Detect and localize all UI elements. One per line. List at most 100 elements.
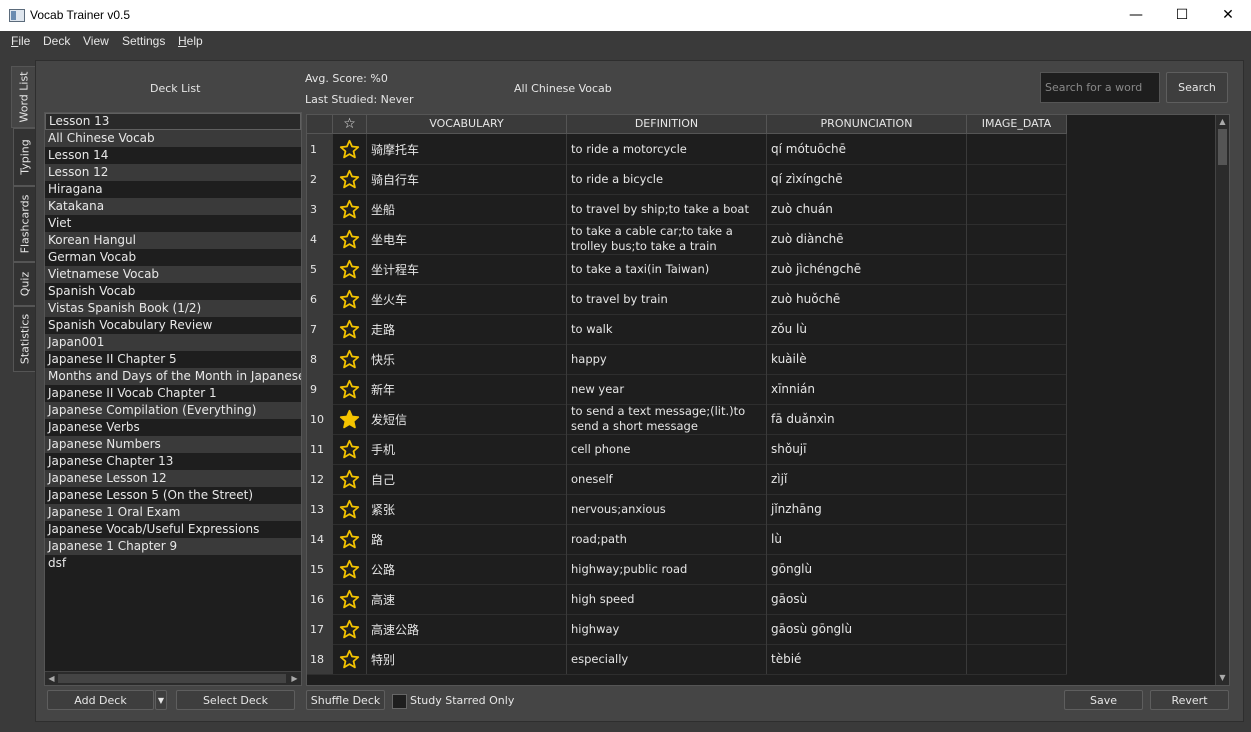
- star-toggle[interactable]: [333, 404, 367, 434]
- star-icon[interactable]: [339, 199, 360, 220]
- star-toggle[interactable]: [333, 524, 367, 554]
- deck-list-item[interactable]: Vietnamese Vocab: [45, 266, 301, 283]
- image-data-cell[interactable]: [967, 404, 1067, 434]
- star-toggle[interactable]: [333, 584, 367, 614]
- image-data-cell[interactable]: [967, 314, 1067, 344]
- deck-list-item[interactable]: Months and Days of the Month in Japanese: [45, 368, 301, 385]
- vocabulary-cell[interactable]: 发短信: [367, 404, 567, 434]
- star-toggle[interactable]: [333, 224, 367, 254]
- pronunciation-cell[interactable]: zuò jìchéngchē: [767, 254, 967, 284]
- vocabulary-cell[interactable]: 快乐: [367, 344, 567, 374]
- star-toggle[interactable]: [333, 344, 367, 374]
- definition-cell[interactable]: especially: [567, 644, 767, 674]
- star-icon[interactable]: [339, 469, 360, 490]
- vocabulary-cell[interactable]: 手机: [367, 434, 567, 464]
- star-toggle[interactable]: [333, 434, 367, 464]
- pronunciation-cell[interactable]: qí mótuōchē: [767, 134, 967, 164]
- menu-help[interactable]: Help: [178, 34, 203, 48]
- table-vscrollbar[interactable]: ▲ ▼: [1215, 115, 1229, 685]
- header-definition[interactable]: DEFINITION: [567, 115, 767, 133]
- vocabulary-cell[interactable]: 坐计程车: [367, 254, 567, 284]
- pronunciation-cell[interactable]: xīnnián: [767, 374, 967, 404]
- deck-list-item[interactable]: German Vocab: [45, 249, 301, 266]
- definition-cell[interactable]: highway;public road: [567, 554, 767, 584]
- definition-cell[interactable]: new year: [567, 374, 767, 404]
- pronunciation-cell[interactable]: shǒujī: [767, 434, 967, 464]
- image-data-cell[interactable]: [967, 344, 1067, 374]
- table-row[interactable]: 12 自己 oneself zìjǐ: [307, 464, 1067, 495]
- deck-list-item[interactable]: Japanese Compilation (Everything): [45, 402, 301, 419]
- add-deck-button[interactable]: Add Deck: [47, 690, 154, 710]
- star-icon[interactable]: [339, 619, 360, 640]
- scroll-up-icon[interactable]: ▲: [1217, 116, 1228, 128]
- definition-cell[interactable]: to walk: [567, 314, 767, 344]
- image-data-cell[interactable]: [967, 434, 1067, 464]
- image-data-cell[interactable]: [967, 614, 1067, 644]
- deck-list-item[interactable]: All Chinese Vocab: [45, 130, 301, 147]
- vscroll-thumb[interactable]: [1218, 129, 1227, 165]
- deck-list[interactable]: Lesson 13 All Chinese Vocab Lesson 14 Lesso…: [44, 112, 302, 686]
- image-data-cell[interactable]: [967, 554, 1067, 584]
- search-button[interactable]: Search: [1166, 72, 1228, 103]
- image-data-cell[interactable]: [967, 374, 1067, 404]
- star-toggle[interactable]: [333, 284, 367, 314]
- table-row[interactable]: 10 发短信 to send a text message;(lit.)to sen…: [307, 404, 1067, 435]
- vocabulary-cell[interactable]: 走路: [367, 314, 567, 344]
- close-button[interactable]: ✕: [1205, 0, 1251, 31]
- star-toggle[interactable]: [333, 614, 367, 644]
- menu-settings[interactable]: Settings: [122, 34, 165, 48]
- vocabulary-cell[interactable]: 坐电车: [367, 224, 567, 254]
- select-deck-button[interactable]: Select Deck: [176, 690, 295, 710]
- table-row[interactable]: 3 坐船 to travel by ship;to take a boat zuò c…: [307, 194, 1067, 225]
- table-row[interactable]: 13 紧张 nervous;anxious jǐnzhāng: [307, 494, 1067, 525]
- deck-list-item[interactable]: Japanese 1 Chapter 9: [45, 538, 301, 555]
- star-toggle[interactable]: [333, 134, 367, 164]
- vocabulary-cell[interactable]: 高速: [367, 584, 567, 614]
- image-data-cell[interactable]: [967, 134, 1067, 164]
- vocabulary-cell[interactable]: 骑自行车: [367, 164, 567, 194]
- definition-cell[interactable]: to send a text message;(lit.)to send a s…: [567, 404, 767, 434]
- deck-list-item[interactable]: Japanese Verbs: [45, 419, 301, 436]
- menu-deck[interactable]: Deck: [43, 34, 70, 48]
- definition-cell[interactable]: cell phone: [567, 434, 767, 464]
- pronunciation-cell[interactable]: jǐnzhāng: [767, 494, 967, 524]
- pronunciation-cell[interactable]: zìjǐ: [767, 464, 967, 494]
- pronunciation-cell[interactable]: gāosù: [767, 584, 967, 614]
- image-data-cell[interactable]: [967, 164, 1067, 194]
- header-pronunciation[interactable]: PRONUNCIATION: [767, 115, 967, 133]
- star-icon[interactable]: [339, 559, 360, 580]
- vocabulary-cell[interactable]: 高速公路: [367, 614, 567, 644]
- header-star[interactable]: ☆: [333, 115, 367, 133]
- image-data-cell[interactable]: [967, 284, 1067, 314]
- vocabulary-cell[interactable]: 骑摩托车: [367, 134, 567, 164]
- star-icon[interactable]: [339, 289, 360, 310]
- star-icon[interactable]: [339, 379, 360, 400]
- pronunciation-cell[interactable]: qí zìxíngchē: [767, 164, 967, 194]
- deck-list-item[interactable]: Katakana: [45, 198, 301, 215]
- star-icon[interactable]: [339, 439, 360, 460]
- minimize-button[interactable]: —: [1113, 0, 1159, 31]
- star-icon[interactable]: [339, 319, 360, 340]
- pronunciation-cell[interactable]: zǒu lù: [767, 314, 967, 344]
- deck-list-item[interactable]: Japanese Numbers: [45, 436, 301, 453]
- table-row[interactable]: 6 坐火车 to travel by train zuò huǒchē: [307, 284, 1067, 315]
- deck-list-item[interactable]: Japanese Lesson 12: [45, 470, 301, 487]
- menu-file[interactable]: File: [11, 34, 30, 48]
- image-data-cell[interactable]: [967, 584, 1067, 614]
- scroll-down-icon[interactable]: ▼: [1217, 672, 1228, 684]
- scroll-right-icon[interactable]: ▶: [289, 673, 300, 684]
- vocabulary-cell[interactable]: 坐火车: [367, 284, 567, 314]
- deck-list-hscrollbar[interactable]: ◀ ▶: [45, 671, 301, 685]
- menu-view[interactable]: View: [83, 34, 109, 48]
- deck-list-item[interactable]: Hiragana: [45, 181, 301, 198]
- vocabulary-cell[interactable]: 自己: [367, 464, 567, 494]
- pronunciation-cell[interactable]: tèbié: [767, 644, 967, 674]
- definition-cell[interactable]: to ride a motorcycle: [567, 134, 767, 164]
- definition-cell[interactable]: oneself: [567, 464, 767, 494]
- table-row[interactable]: 14 路 road;path lù: [307, 524, 1067, 555]
- table-row[interactable]: 1 骑摩托车 to ride a motorcycle qí mótuōchē: [307, 134, 1067, 165]
- pronunciation-cell[interactable]: zuò huǒchē: [767, 284, 967, 314]
- star-icon[interactable]: [339, 229, 360, 250]
- image-data-cell[interactable]: [967, 224, 1067, 254]
- table-row[interactable]: 9 新年 new year xīnnián: [307, 374, 1067, 405]
